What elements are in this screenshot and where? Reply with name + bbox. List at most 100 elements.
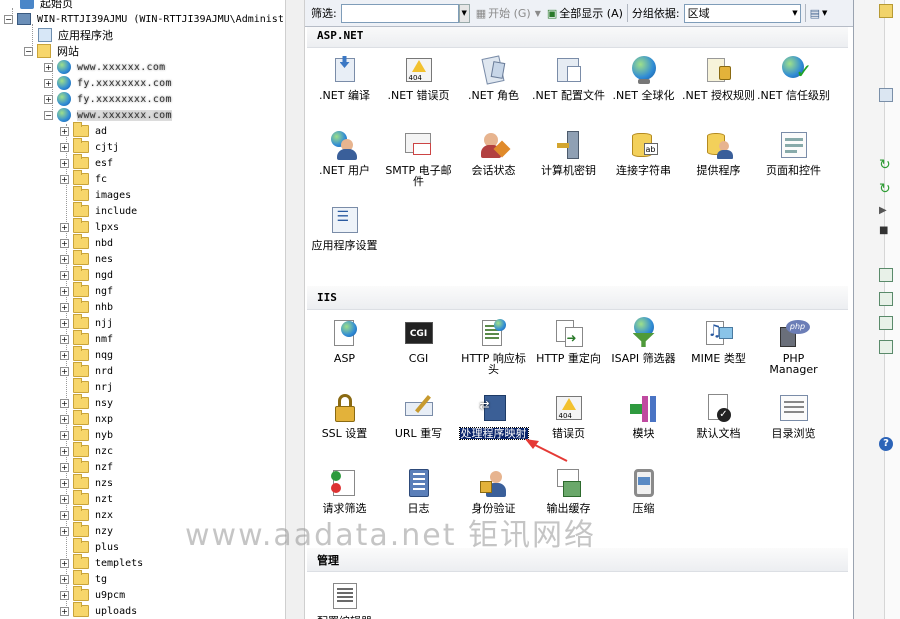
tree-folder[interactable]: + templets bbox=[60, 554, 143, 571]
expand-icon[interactable]: + bbox=[60, 238, 69, 248]
feature-item[interactable]: ⇄ 处理程序映射 bbox=[456, 392, 531, 440]
tree-folder[interactable]: + ngf bbox=[60, 282, 113, 299]
feature-item[interactable]: ✓ 默认文档 bbox=[681, 392, 756, 439]
expand-icon[interactable]: + bbox=[60, 222, 69, 232]
feature-item[interactable]: ➜ HTTP 重定向 bbox=[531, 317, 606, 364]
tree-folder[interactable]: plus bbox=[60, 538, 119, 555]
expand-icon[interactable]: + bbox=[60, 510, 69, 520]
feature-item[interactable]: ASP bbox=[307, 317, 382, 364]
expand-icon[interactable]: + bbox=[60, 590, 69, 600]
expand-icon[interactable]: + bbox=[60, 158, 69, 168]
tree-folder[interactable]: include bbox=[60, 202, 137, 219]
tree-folder[interactable]: + nzs bbox=[60, 474, 113, 491]
tree-folder[interactable]: + nzc bbox=[60, 442, 113, 459]
expand-icon[interactable]: + bbox=[60, 398, 69, 408]
tree-folder[interactable]: + nsy bbox=[60, 394, 113, 411]
feature-item[interactable]: 页面和控件 bbox=[756, 129, 831, 176]
tree-app-pools[interactable]: 应用程序池 bbox=[38, 27, 113, 43]
restart-icon[interactable]: ↻ bbox=[879, 182, 893, 196]
expand-icon[interactable]: + bbox=[44, 78, 53, 88]
start-icon[interactable]: ▶ bbox=[879, 204, 893, 218]
feature-item[interactable]: 压缩 bbox=[606, 467, 681, 514]
browse-icon[interactable] bbox=[879, 340, 893, 354]
browse-icon[interactable] bbox=[879, 268, 893, 282]
expand-icon[interactable]: + bbox=[44, 62, 53, 72]
browse-icon[interactable] bbox=[879, 316, 893, 330]
feature-item[interactable]: ♫ MIME 类型 bbox=[681, 317, 756, 364]
tree-folder[interactable]: + nhb bbox=[60, 298, 113, 315]
feature-item[interactable]: ISAPI 筛选器 bbox=[606, 317, 681, 364]
tree-folder[interactable]: + nmf bbox=[60, 330, 113, 347]
tree-folder[interactable]: + njj bbox=[60, 314, 113, 331]
feature-item[interactable]: SMTP 电子邮件 bbox=[381, 129, 456, 187]
tree-folder[interactable]: + ngd bbox=[60, 266, 113, 283]
help-icon[interactable]: ? bbox=[879, 437, 893, 451]
tree-start-page[interactable]: 起始页 bbox=[20, 0, 73, 11]
filter-input[interactable] bbox=[340, 3, 459, 23]
feature-item[interactable]: .NET 用户 bbox=[307, 129, 382, 176]
feature-item[interactable]: 404 错误页 bbox=[531, 392, 606, 439]
tree-folder[interactable]: + uploads bbox=[60, 602, 137, 619]
expand-icon[interactable]: + bbox=[60, 174, 69, 184]
tree-server[interactable]: − WIN-RTTJI39AJMU (WIN-RTTJI39AJMU\Admin… bbox=[4, 11, 284, 27]
feature-item[interactable]: 身份验证 bbox=[456, 467, 531, 514]
feature-item[interactable]: 目录浏览 bbox=[756, 392, 831, 439]
expand-icon[interactable]: + bbox=[60, 446, 69, 456]
tree-folder[interactable]: + ad bbox=[60, 122, 107, 139]
start-filter-button[interactable]: ▦ 开始 (G) bbox=[476, 3, 531, 23]
tree-folder[interactable]: + esf bbox=[60, 154, 113, 171]
feature-item[interactable]: 输出缓存 bbox=[531, 467, 606, 514]
panel-icon[interactable] bbox=[879, 88, 893, 102]
expand-icon[interactable]: + bbox=[60, 478, 69, 488]
tree-folder[interactable]: + cjtj bbox=[60, 138, 119, 155]
feature-item[interactable]: SSL 设置 bbox=[307, 392, 382, 439]
feature-item[interactable]: 模块 bbox=[606, 392, 681, 439]
expand-icon[interactable]: + bbox=[60, 494, 69, 504]
folder-icon[interactable] bbox=[879, 4, 893, 18]
expand-icon[interactable]: + bbox=[60, 414, 69, 424]
expand-icon[interactable]: + bbox=[60, 318, 69, 328]
expand-icon[interactable]: + bbox=[60, 526, 69, 536]
expand-icon[interactable]: + bbox=[60, 142, 69, 152]
tree-folder[interactable]: + lpxs bbox=[60, 218, 119, 235]
expand-icon[interactable]: + bbox=[60, 126, 69, 136]
feature-item[interactable]: ☰ 应用程序设置 bbox=[307, 204, 382, 251]
expand-icon[interactable]: + bbox=[60, 270, 69, 280]
feature-item[interactable]: .NET 编译 bbox=[307, 54, 382, 101]
collapse-icon[interactable]: − bbox=[44, 110, 53, 120]
tree-site[interactable]: + fy.xxxxxxxx.com bbox=[44, 75, 172, 91]
expand-icon[interactable]: + bbox=[60, 606, 69, 616]
expand-icon[interactable]: + bbox=[44, 94, 53, 104]
expand-icon[interactable]: + bbox=[60, 302, 69, 312]
tree-sites[interactable]: − 网站 bbox=[24, 43, 79, 59]
feature-item[interactable]: 请求筛选 bbox=[307, 467, 382, 514]
feature-item[interactable]: 日志 bbox=[381, 467, 456, 514]
feature-item[interactable]: ab 连接字符串 bbox=[606, 129, 681, 176]
feature-item[interactable]: 提供程序 bbox=[681, 129, 756, 176]
expand-icon[interactable]: + bbox=[60, 254, 69, 264]
tree-site[interactable]: + www.xxxxxx.com bbox=[44, 59, 166, 75]
feature-item[interactable]: 会话状态 bbox=[456, 129, 531, 176]
tree-folder[interactable]: + nxp bbox=[60, 410, 113, 427]
view-mode-button[interactable]: ▤ ▼ bbox=[810, 3, 828, 23]
expand-icon[interactable]: + bbox=[60, 286, 69, 296]
tree-folder[interactable]: + u9pcm bbox=[60, 586, 125, 603]
tree-site-selected[interactable]: − www.xxxxxxx.com bbox=[44, 107, 172, 123]
feature-item[interactable]: php PHP Manager bbox=[756, 317, 831, 375]
feature-item[interactable]: .NET 全球化 bbox=[606, 54, 681, 101]
collapse-icon[interactable]: − bbox=[4, 14, 13, 24]
expand-icon[interactable]: + bbox=[60, 350, 69, 360]
browse-icon[interactable] bbox=[879, 292, 893, 306]
tree-folder[interactable]: images bbox=[60, 186, 131, 203]
feature-item[interactable]: URL 重写 bbox=[381, 392, 456, 439]
tree-folder[interactable]: + nqg bbox=[60, 346, 113, 363]
collapse-icon[interactable]: − bbox=[24, 46, 33, 56]
feature-item[interactable]: CGI CGI bbox=[381, 317, 456, 364]
expand-icon[interactable]: + bbox=[60, 334, 69, 344]
tree-folder[interactable]: nrj bbox=[60, 378, 113, 395]
feature-item[interactable]: 配置编辑器 bbox=[307, 580, 382, 619]
feature-item[interactable]: .NET 授权规则 bbox=[681, 54, 756, 101]
tree-folder[interactable]: + nes bbox=[60, 250, 113, 267]
tree-folder[interactable]: + nzf bbox=[60, 458, 113, 475]
stop-icon[interactable]: ■ bbox=[879, 224, 893, 238]
